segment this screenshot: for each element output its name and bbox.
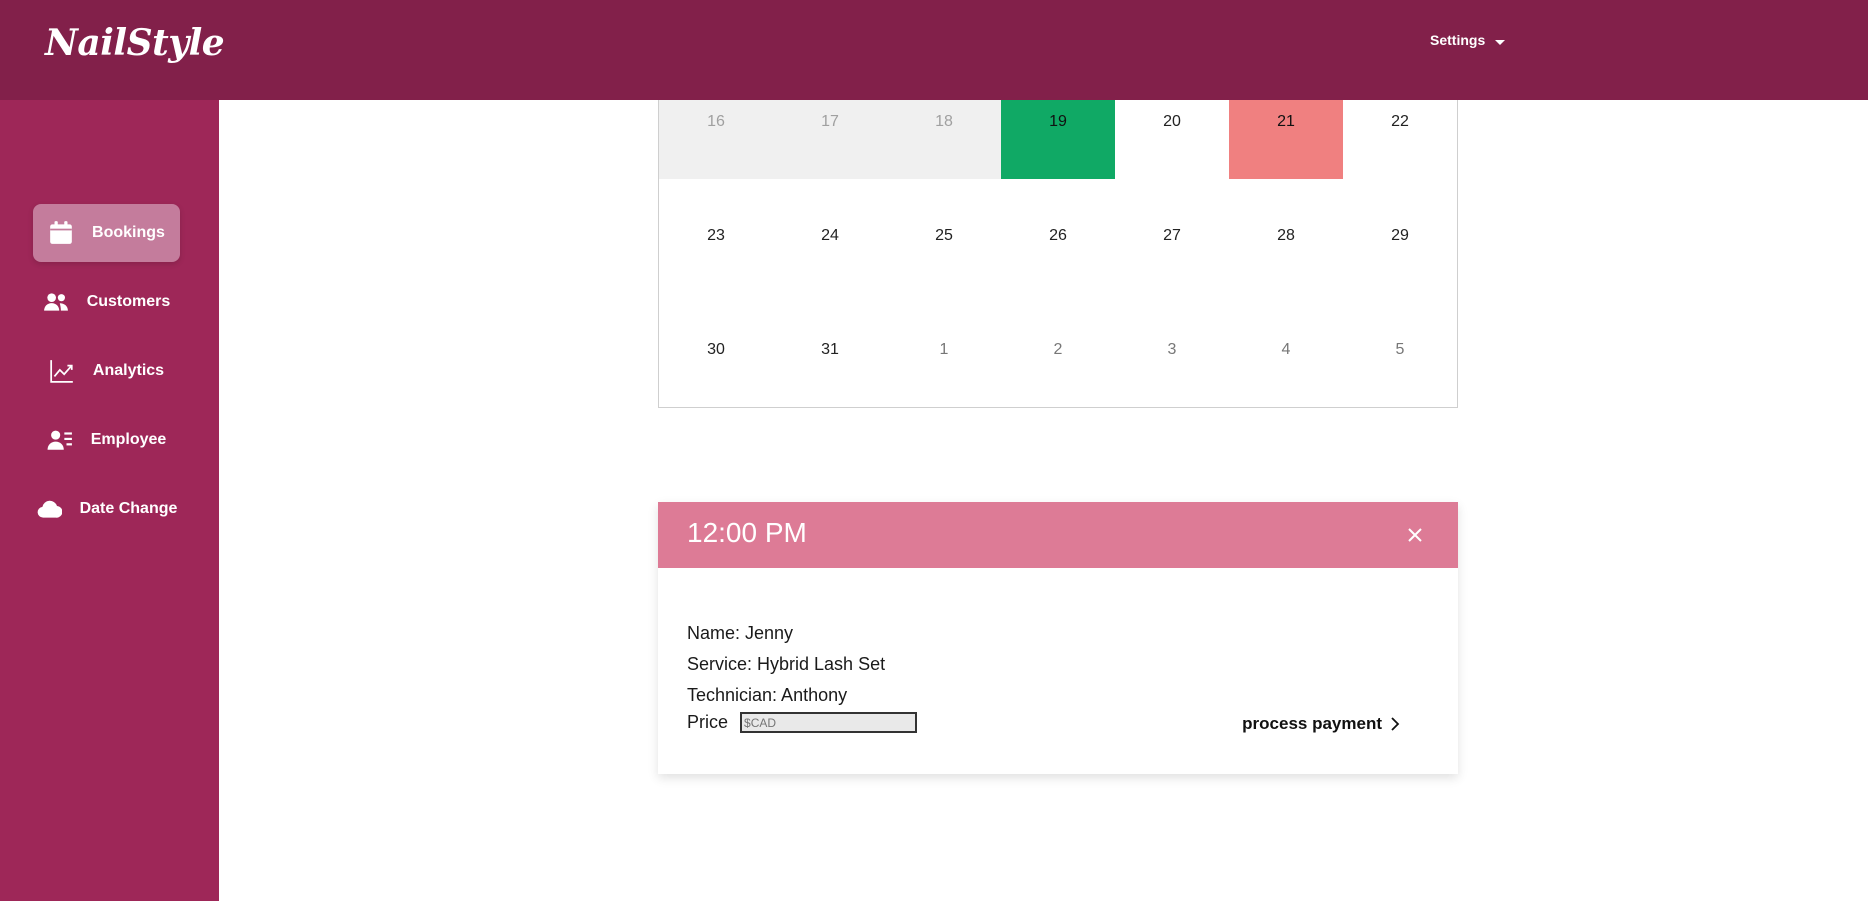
sidebar-item-date-change[interactable]: Date Change xyxy=(33,480,180,538)
chevron-right-icon xyxy=(1391,717,1400,731)
booking-service: Service: Hybrid Lash Set xyxy=(687,654,886,674)
sidebar: Bookings Customers Analytics Employee Da… xyxy=(0,100,219,901)
sidebar-item-analytics[interactable]: Analytics xyxy=(33,342,180,400)
calendar-week: 16 17 18 19 20 21 22 xyxy=(659,100,1457,179)
calendar-day[interactable]: 28 xyxy=(1229,179,1343,293)
calendar-day[interactable]: 18 xyxy=(887,100,1001,179)
settings-label: Settings xyxy=(1430,32,1486,48)
employee-icon xyxy=(47,430,72,450)
sidebar-item-label: Date Change xyxy=(79,500,178,517)
sidebar-item-label: Customers xyxy=(86,293,171,310)
calendar-day[interactable]: 17 xyxy=(773,100,887,179)
process-payment-button[interactable]: process payment xyxy=(1242,714,1400,734)
chart-line-icon xyxy=(50,360,73,383)
calendar-day[interactable]: 25 xyxy=(887,179,1001,293)
calendar-day[interactable]: 26 xyxy=(1001,179,1115,293)
calendar-week: 30 31 1 2 3 4 5 xyxy=(659,293,1457,407)
settings-menu[interactable]: Settings xyxy=(1430,32,1506,48)
sidebar-item-label: Employee xyxy=(90,431,167,448)
sidebar-item-label: Analytics xyxy=(92,362,165,379)
calendar-grid: 16 17 18 19 20 21 22 23 24 25 26 27 28 2… xyxy=(658,100,1458,408)
calendar-day-next-month[interactable]: 5 xyxy=(1343,293,1457,407)
calendar-day[interactable]: 31 xyxy=(773,293,887,407)
booking-time: 12:00 PM xyxy=(687,517,807,548)
calendar-day-selected[interactable]: 19 xyxy=(1001,100,1115,179)
calendar-day[interactable]: 29 xyxy=(1343,179,1457,293)
calendar-day-next-month[interactable]: 1 xyxy=(887,293,1001,407)
calendar-day-next-month[interactable]: 4 xyxy=(1229,293,1343,407)
calendar-day[interactable]: 23 xyxy=(659,179,773,293)
booking-technician: Technician: Anthony xyxy=(687,685,848,705)
calendar-day[interactable]: 27 xyxy=(1115,179,1229,293)
calendar-week: 23 24 25 26 27 28 29 xyxy=(659,179,1457,293)
chevron-down-icon xyxy=(1495,39,1506,45)
booking-name: Name: Jenny xyxy=(687,623,794,643)
top-bar: NailStyle Settings xyxy=(0,0,1868,100)
calendar-day-next-month[interactable]: 3 xyxy=(1115,293,1229,407)
users-icon xyxy=(43,293,68,311)
sidebar-item-bookings[interactable]: Bookings xyxy=(33,204,180,262)
calendar-day[interactable]: 20 xyxy=(1115,100,1229,179)
sidebar-item-customers[interactable]: Customers xyxy=(33,273,180,331)
calendar-day[interactable]: 30 xyxy=(659,293,773,407)
calendar-day[interactable]: 22 xyxy=(1343,100,1457,179)
calendar-day-next-month[interactable]: 2 xyxy=(1001,293,1115,407)
sidebar-item-employee[interactable]: Employee xyxy=(33,411,180,469)
calendar-day-booked[interactable]: 21 xyxy=(1229,100,1343,179)
calendar-icon xyxy=(50,221,72,244)
booking-detail-card: 12:00 PM Name: Jenny Service: Hybrid Las… xyxy=(658,502,1458,774)
calendar-day[interactable]: 24 xyxy=(773,179,887,293)
app-logo[interactable]: NailStyle xyxy=(45,22,225,64)
price-input[interactable] xyxy=(740,712,918,733)
booking-body: Name: Jenny Service: Hybrid Lash Set Tec… xyxy=(658,568,1458,733)
process-payment-label: process payment xyxy=(1242,714,1382,733)
close-icon[interactable] xyxy=(1406,526,1424,544)
booking-header: 12:00 PM xyxy=(658,502,1458,568)
cloud-icon xyxy=(37,500,62,518)
calendar-day[interactable]: 16 xyxy=(659,100,773,179)
sidebar-item-label: Bookings xyxy=(92,224,165,241)
price-label: Price xyxy=(687,712,729,732)
